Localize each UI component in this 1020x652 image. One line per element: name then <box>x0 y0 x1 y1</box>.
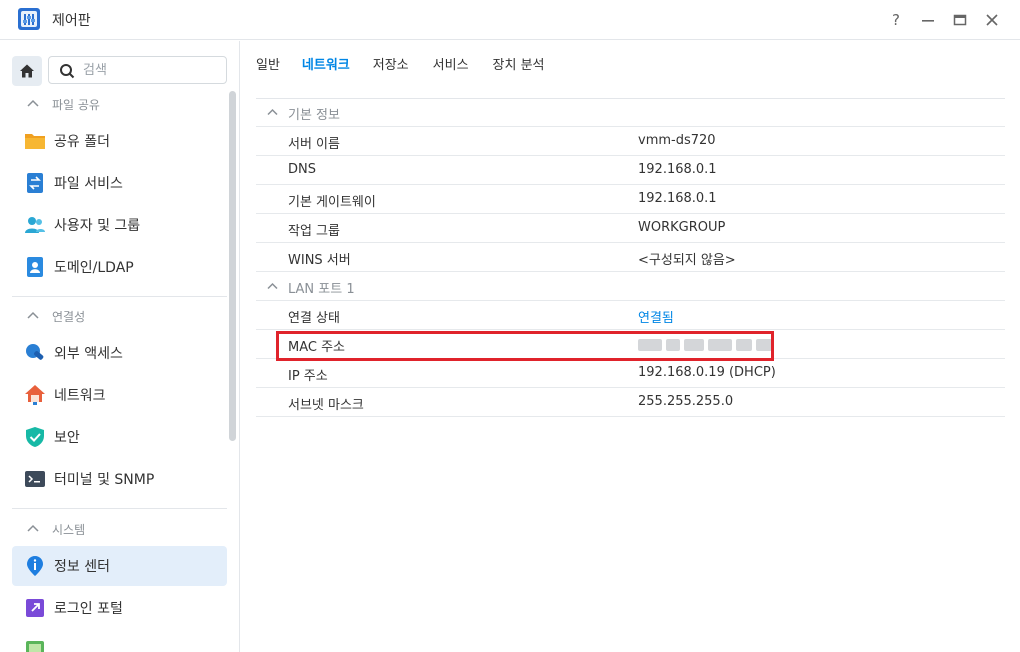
sidebar-item-network[interactable]: 네트워크 <box>12 375 227 415</box>
info-value: vmm-ds720 <box>638 133 716 148</box>
info-key: WINS 서버 <box>288 253 351 268</box>
info-value-link: 연결됨 <box>638 311 674 326</box>
maximize-icon <box>953 14 967 26</box>
sidebar-item-external-access[interactable]: 외부 액세스 <box>12 333 227 373</box>
tab-services[interactable]: 서비스 <box>433 56 469 78</box>
shield-icon <box>26 427 44 447</box>
theme-icon <box>26 641 44 652</box>
info-row-ip-address: IP 주소 192.168.0.19 (DHCP) <box>256 359 1005 388</box>
tab-general[interactable]: 일반 <box>256 56 280 78</box>
tab-network[interactable]: 네트워크 <box>302 56 350 78</box>
domain-icon <box>27 257 43 277</box>
tab-storage[interactable]: 저장소 <box>373 56 409 78</box>
sidebar-item-label: 사용자 및 그룹 <box>54 218 141 234</box>
info-row-subnet-mask: 서브넷 마스크 255.255.255.0 <box>256 388 1005 417</box>
sidebar-item-terminal-snmp[interactable]: 터미널 및 SNMP <box>12 459 227 499</box>
search-icon <box>60 64 75 79</box>
section-title: 파일 공유 <box>52 97 100 112</box>
info-key: IP 주소 <box>288 369 328 384</box>
info-key: 서버 이름 <box>288 137 340 152</box>
info-key: DNS <box>288 162 316 177</box>
info-row-server-name: 서버 이름 vmm-ds720 <box>256 127 1005 156</box>
info-key: 기본 게이트웨이 <box>288 195 376 210</box>
group-lan-port[interactable]: LAN 포트 1 <box>256 272 1005 301</box>
redacted-mac-value <box>638 339 772 351</box>
help-button[interactable]: ? <box>886 10 906 30</box>
sidebar-item-info-center[interactable]: 정보 센터 <box>12 546 227 586</box>
section-connectivity[interactable]: 연결성 <box>26 306 85 326</box>
sidebar-item-partial[interactable] <box>12 630 227 652</box>
info-row-wins: WINS 서버 <구성되지 않음> <box>256 243 1005 272</box>
info-key: 서브넷 마스크 <box>288 398 364 413</box>
control-panel-icon <box>18 8 40 30</box>
window-title: 제어판 <box>52 13 91 29</box>
group-title: 기본 정보 <box>288 108 340 123</box>
chevron-up-icon <box>27 524 39 532</box>
sidebar-item-file-services[interactable]: 파일 서비스 <box>12 163 227 203</box>
tab-bar: 일반 네트워크 저장소 서비스 장치 분석 <box>256 56 569 78</box>
sidebar-item-label: 도메인/LDAP <box>54 260 134 276</box>
info-row-gateway: 기본 게이트웨이 192.168.0.1 <box>256 185 1005 214</box>
file-services-icon <box>27 173 43 193</box>
section-title: 시스템 <box>52 522 86 537</box>
info-icon <box>27 556 43 576</box>
section-system[interactable]: 시스템 <box>26 519 85 539</box>
sidebar-item-label: 터미널 및 SNMP <box>54 472 155 488</box>
minimize-icon <box>922 20 934 22</box>
info-key: 연결 상태 <box>288 311 340 326</box>
sidebar-item-shared-folder[interactable]: 공유 폴더 <box>12 121 227 161</box>
users-icon <box>25 217 45 233</box>
sidebar-item-users-groups[interactable]: 사용자 및 그룹 <box>12 205 227 245</box>
home-button[interactable] <box>12 56 42 86</box>
sidebar-item-login-portal[interactable]: 로그인 포털 <box>12 588 227 628</box>
chevron-up-icon <box>267 282 278 290</box>
chevron-up-icon <box>267 108 278 116</box>
info-key: 작업 그룹 <box>288 224 340 239</box>
chevron-up-icon <box>27 99 39 107</box>
info-value: WORKGROUP <box>638 220 726 235</box>
sidebar-scrollbar[interactable] <box>229 91 236 441</box>
terminal-icon <box>25 471 45 487</box>
info-value: 192.168.0.19 (DHCP) <box>638 365 776 380</box>
sidebar-item-label: 로그인 포털 <box>54 601 123 617</box>
sidebar-item-label: 정보 센터 <box>54 559 110 575</box>
network-icon <box>25 385 45 405</box>
title-bar: 제어판 ? <box>0 0 1020 40</box>
home-icon <box>20 64 34 78</box>
info-value: <구성되지 않음> <box>638 253 736 268</box>
sidebar-item-label: 네트워크 <box>54 388 106 404</box>
chevron-up-icon <box>27 311 39 319</box>
tab-device-analytics[interactable]: 장치 분석 <box>493 56 545 78</box>
folder-icon <box>25 134 45 149</box>
group-basic-info[interactable]: 기본 정보 <box>256 98 1005 127</box>
external-access-icon <box>26 344 44 360</box>
section-file-sharing[interactable]: 파일 공유 <box>26 94 100 114</box>
search-input[interactable] <box>83 61 218 79</box>
sidebar-item-domain-ldap[interactable]: 도메인/LDAP <box>12 247 227 287</box>
sidebar-item-label: 공유 폴더 <box>54 134 110 150</box>
close-button[interactable] <box>982 10 1002 30</box>
info-row-connection-status: 연결 상태 연결됨 <box>256 301 1005 330</box>
divider <box>12 296 227 297</box>
close-icon <box>986 14 998 26</box>
info-row-workgroup: 작업 그룹 WORKGROUP <box>256 214 1005 243</box>
sidebar-item-label: 파일 서비스 <box>54 176 123 192</box>
sidebar-item-label: 외부 액세스 <box>54 346 123 362</box>
minimize-button[interactable] <box>918 10 938 30</box>
group-title: LAN 포트 1 <box>288 282 355 297</box>
section-title: 연결성 <box>52 309 86 324</box>
info-row-mac-address: MAC 주소 <box>256 330 1005 359</box>
login-portal-icon <box>26 599 44 617</box>
search-box[interactable] <box>48 56 227 84</box>
divider <box>12 508 227 509</box>
maximize-button[interactable] <box>950 10 970 30</box>
info-value: 255.255.255.0 <box>638 394 734 409</box>
sidebar-item-security[interactable]: 보안 <box>12 417 227 457</box>
info-value: 192.168.0.1 <box>638 191 717 206</box>
sidebar-item-label: 보안 <box>54 430 80 446</box>
sidebar: 파일 공유 공유 폴더 파일 서비스 사용자 및 그룹 도메인/LDAP 연결성… <box>0 41 240 652</box>
info-key: MAC 주소 <box>288 340 346 355</box>
info-row-dns: DNS 192.168.0.1 <box>256 156 1005 185</box>
info-value: 192.168.0.1 <box>638 162 717 177</box>
